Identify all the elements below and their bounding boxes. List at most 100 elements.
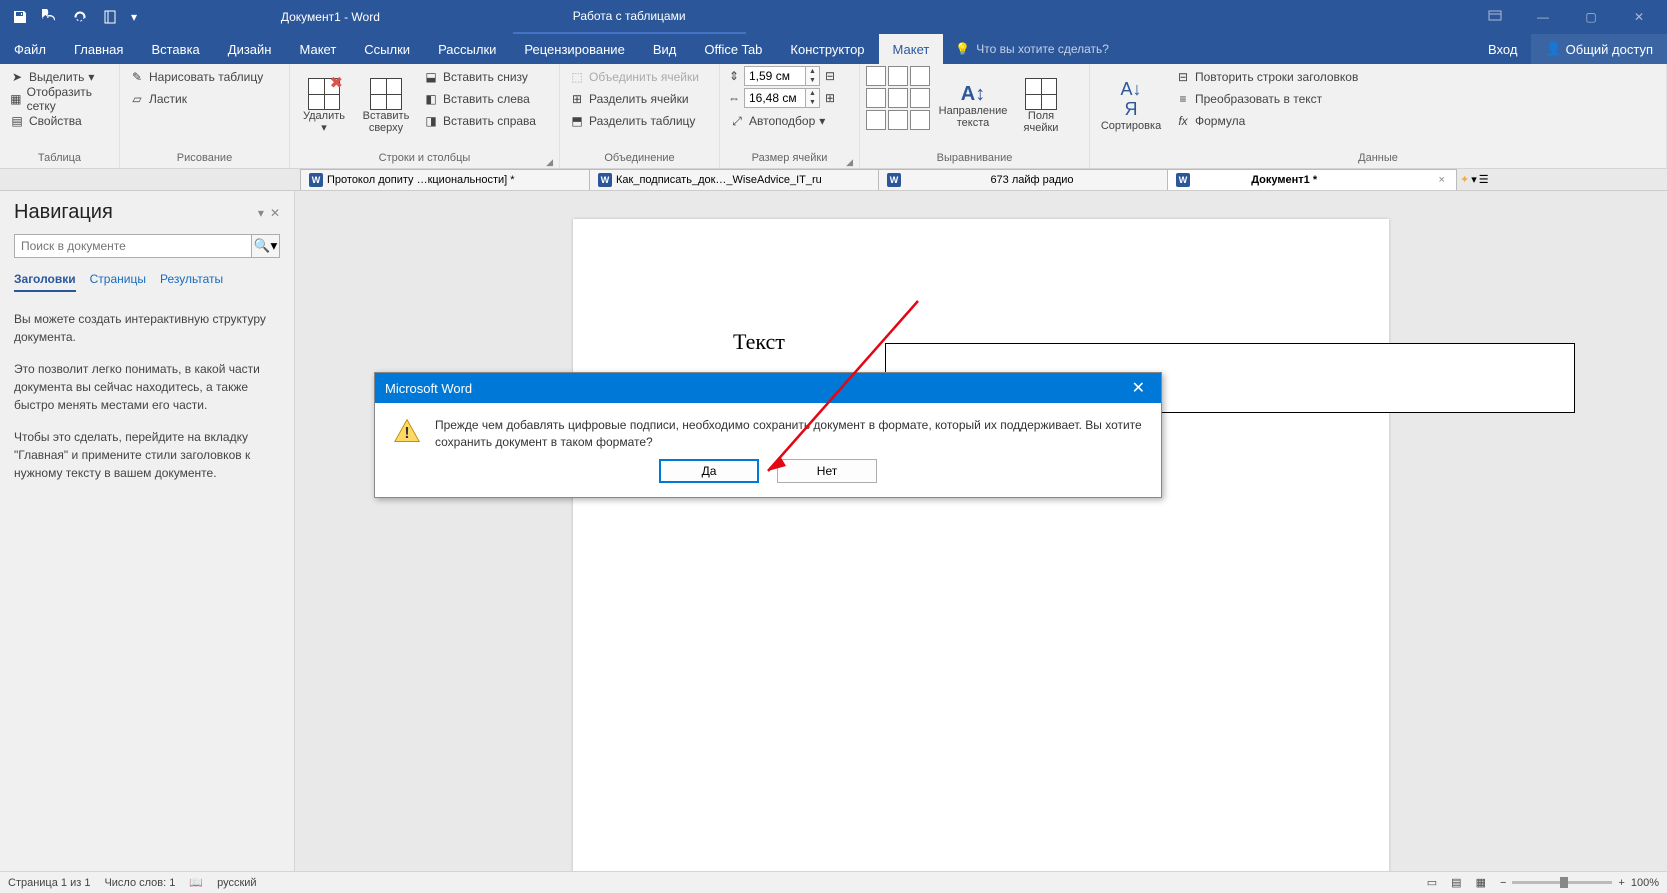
delete-button[interactable]: ✖Удалить ▾ <box>296 66 352 146</box>
rows-cols-launcher[interactable]: ◢ <box>546 157 553 168</box>
pencil-icon: ✎ <box>129 69 145 85</box>
document-page[interactable]: Текст <box>573 219 1389 871</box>
view-read-mode[interactable]: ▭ <box>1427 876 1437 889</box>
cell-margins-button[interactable]: Поля ячейки <box>1016 66 1066 146</box>
tell-me-input[interactable]: 💡Что вы хотите сделать? <box>943 34 1109 64</box>
doctab-1[interactable]: WКак_подписать_док…_WiseAdvice_IT_ru <box>589 169 879 190</box>
tab-office-tab[interactable]: Office Tab <box>690 34 776 64</box>
zoom-out-button[interactable]: − <box>1500 877 1506 889</box>
nav-options-button[interactable]: ▾ <box>258 206 264 220</box>
dialog-close-button[interactable]: ✕ <box>1126 378 1151 398</box>
autofit-button[interactable]: ⤢Автоподбор ▾ <box>726 110 838 132</box>
nav-search-button[interactable]: 🔍▾ <box>251 235 279 257</box>
cell-size-launcher[interactable]: ◢ <box>846 157 853 168</box>
merge-cells-button: ⬚Объединить ячейки <box>566 66 702 88</box>
insert-right-button[interactable]: ◨Вставить справа <box>420 110 539 132</box>
save-button[interactable] <box>6 3 34 31</box>
sort-button[interactable]: A↓ЯСортировка <box>1096 66 1166 146</box>
zoom-level[interactable]: 100% <box>1631 877 1659 889</box>
spellcheck-icon[interactable]: 📖 <box>189 876 203 889</box>
minimize-button[interactable]: — <box>1523 0 1563 34</box>
word-doc-icon: W <box>887 173 901 187</box>
view-web-layout[interactable]: ▦ <box>1476 876 1486 889</box>
align-ml[interactable] <box>866 88 886 108</box>
align-bl[interactable] <box>866 110 886 130</box>
tab-view[interactable]: Вид <box>639 34 691 64</box>
gridlines-button[interactable]: ▦Отобразить сетку <box>6 88 113 110</box>
close-button[interactable]: ✕ <box>1619 0 1659 34</box>
align-bc[interactable] <box>888 110 908 130</box>
tab-close-icon[interactable]: × <box>1436 174 1448 186</box>
ribbon-options-button[interactable] <box>1475 0 1515 34</box>
maximize-button[interactable]: ▢ <box>1571 0 1611 34</box>
tab-file[interactable]: Файл <box>0 34 60 64</box>
zoom-slider[interactable] <box>1512 881 1612 884</box>
tab-layout[interactable]: Макет <box>285 34 350 64</box>
sort-icon: A↓Я <box>1120 80 1141 120</box>
row-height-input[interactable]: ▲▼ <box>744 66 820 86</box>
nav-close-button[interactable]: ✕ <box>270 206 280 220</box>
tab-mailings[interactable]: Рассылки <box>424 34 510 64</box>
insert-left-button[interactable]: ◧Вставить слева <box>420 88 539 110</box>
status-language[interactable]: русский <box>217 877 256 889</box>
text-direction-button[interactable]: A↕Направление текста <box>936 66 1010 146</box>
navtab-results[interactable]: Результаты <box>160 272 223 292</box>
convert-to-text-button[interactable]: ≡Преобразовать в текст <box>1172 88 1361 110</box>
navtab-pages[interactable]: Страницы <box>90 272 146 292</box>
tab-options-button[interactable]: ▾ <box>1471 173 1477 186</box>
repeat-header-button[interactable]: ⊟Повторить строки заголовков <box>1172 66 1361 88</box>
tab-review[interactable]: Рецензирование <box>510 34 638 64</box>
tab-design[interactable]: Дизайн <box>214 34 286 64</box>
align-mr[interactable] <box>910 88 930 108</box>
tab-insert[interactable]: Вставка <box>137 34 213 64</box>
align-tl[interactable] <box>866 66 886 86</box>
align-tr[interactable] <box>910 66 930 86</box>
qat-customize-button[interactable]: ▾ <box>126 3 142 31</box>
dialog-yes-button[interactable]: Да <box>659 459 759 483</box>
status-page[interactable]: Страница 1 из 1 <box>8 877 90 889</box>
nav-search-input[interactable] <box>15 235 251 257</box>
warning-icon: ! <box>393 417 421 445</box>
distribute-rows-icon[interactable]: ⊟ <box>822 68 838 84</box>
split-cells-icon: ⊞ <box>569 91 585 107</box>
doctab-3[interactable]: WДокумент1 *× <box>1167 169 1457 190</box>
zoom-in-button[interactable]: + <box>1618 877 1624 889</box>
col-width-input[interactable]: ▲▼ <box>744 88 820 108</box>
touch-mode-button[interactable] <box>96 3 124 31</box>
distribute-cols-icon[interactable]: ⊞ <box>822 90 838 106</box>
split-table-button[interactable]: ⬒Разделить таблицу <box>566 110 702 132</box>
undo-button[interactable] <box>36 3 64 31</box>
new-tab-button[interactable]: ✦ <box>1460 173 1469 186</box>
tab-constructor[interactable]: Конструктор <box>776 34 878 64</box>
align-mc[interactable] <box>888 88 908 108</box>
split-cells-button[interactable]: ⊞Разделить ячейки <box>566 88 702 110</box>
nav-text-1: Вы можете создать интерактивную структур… <box>14 310 280 346</box>
repeat-header-icon: ⊟ <box>1175 69 1191 85</box>
view-print-layout[interactable]: ▤ <box>1451 876 1461 889</box>
share-button[interactable]: 👤Общий доступ <box>1531 34 1667 64</box>
tab-home[interactable]: Главная <box>60 34 137 64</box>
tab-references[interactable]: Ссылки <box>350 34 424 64</box>
tab-list-button[interactable]: ☰ <box>1479 173 1489 186</box>
properties-button[interactable]: ▤Свойства <box>6 110 113 132</box>
insert-below-button[interactable]: ⬓Вставить снизу <box>420 66 539 88</box>
doctab-2[interactable]: W673 лайф радио <box>878 169 1168 190</box>
signin-button[interactable]: Вход <box>1474 34 1531 64</box>
document-canvas[interactable]: Текст <box>295 191 1667 871</box>
draw-table-button[interactable]: ✎Нарисовать таблицу <box>126 66 266 88</box>
dialog-no-button[interactable]: Нет <box>777 459 877 483</box>
redo-button[interactable] <box>66 3 94 31</box>
nav-search[interactable]: 🔍▾ <box>14 234 280 258</box>
align-tc[interactable] <box>888 66 908 86</box>
align-br[interactable] <box>910 110 930 130</box>
delete-x-icon: ✖ <box>330 75 343 93</box>
group-merge-label: Объединение <box>566 152 713 168</box>
formula-button[interactable]: fxФормула <box>1172 110 1361 132</box>
word-doc-icon: W <box>1176 173 1190 187</box>
doctab-0[interactable]: WПротокол допиту …кциональности] * <box>300 169 590 190</box>
eraser-button[interactable]: ▱Ластик <box>126 88 266 110</box>
tab-table-layout[interactable]: Макет <box>879 34 944 64</box>
status-word-count[interactable]: Число слов: 1 <box>104 877 175 889</box>
insert-above-button[interactable]: Вставить сверху <box>358 66 414 146</box>
navtab-headings[interactable]: Заголовки <box>14 272 76 292</box>
